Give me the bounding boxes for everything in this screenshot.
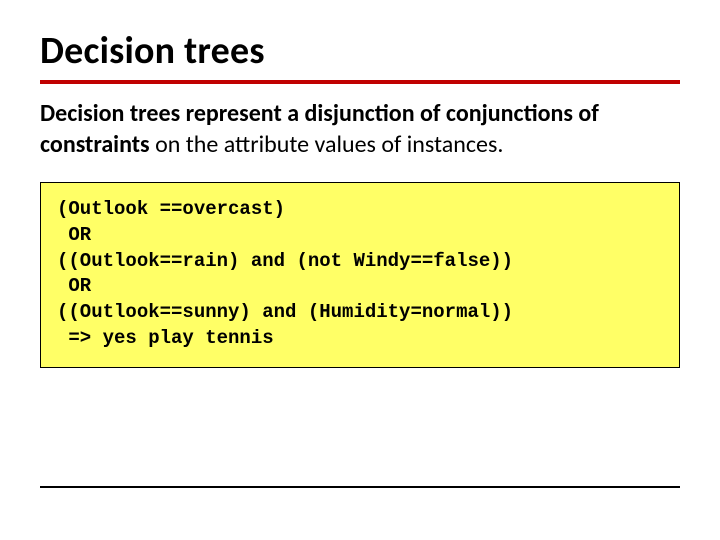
code-line-2: OR xyxy=(57,224,91,246)
code-line-4: OR xyxy=(57,275,91,297)
slide-title: Decision trees xyxy=(40,28,680,74)
code-line-1: (Outlook ==overcast) xyxy=(57,198,285,220)
code-line-3: ((Outlook==rain) and (not Windy==false)) xyxy=(57,250,513,272)
code-block: (Outlook ==overcast) OR ((Outlook==rain)… xyxy=(40,182,680,368)
title-underline xyxy=(40,80,680,84)
footer-rule xyxy=(40,486,680,488)
body-rest: on the attribute values of instances. xyxy=(150,130,504,159)
body-paragraph: Decision trees represent a disjunction o… xyxy=(40,98,680,160)
code-line-5: ((Outlook==sunny) and (Humidity=normal)) xyxy=(57,301,513,323)
code-line-6: => yes play tennis xyxy=(57,327,274,349)
slide: Decision trees Decision trees represent … xyxy=(0,0,720,540)
